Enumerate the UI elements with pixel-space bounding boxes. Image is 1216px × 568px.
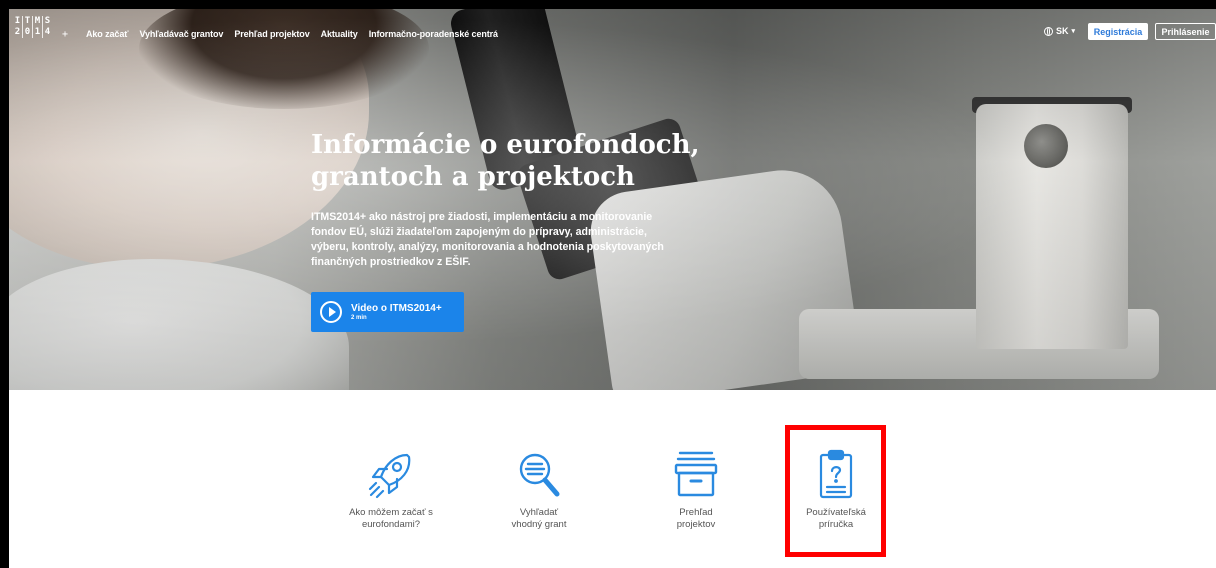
- video-button-text: Video o ITMS2014+ 2 min: [351, 303, 442, 321]
- top-navigation: I T M S 2 0 1 4 + Ako začať Vyhľadávač g…: [9, 9, 1216, 59]
- nav-informacno-poradenske-centra[interactable]: Informačno-poradenské centrá: [369, 29, 498, 39]
- rocket-icon: [368, 453, 411, 499]
- logo-plus: +: [62, 29, 69, 40]
- card-label-line-2: projektov: [676, 519, 716, 530]
- page: I T M S 2 0 1 4 + Ako začať Vyhľadávač g…: [9, 9, 1216, 568]
- nav-vyhladavac-grantov[interactable]: Vyhľadávač grantov: [139, 29, 223, 39]
- card-label-line-1: Ako môžem začať s: [349, 507, 433, 518]
- logo-top-row: I T M S: [13, 16, 71, 27]
- itms-logo[interactable]: I T M S 2 0 1 4 +: [13, 16, 71, 42]
- card-label-line-2: vhodný grant: [511, 519, 567, 530]
- hero-description: ITMS2014+ ako nástroj pre žiadosti, impl…: [311, 211, 664, 268]
- logo-letter: S: [44, 16, 51, 26]
- hero-title-line-1: Informácie o eurofondoch,: [311, 130, 700, 160]
- video-button[interactable]: Video o ITMS2014+ 2 min: [311, 292, 464, 332]
- main-menu: Ako začať Vyhľadávač grantov Prehľad pro…: [86, 29, 509, 39]
- card-ako-zacat[interactable]: Ako môžem začať s eurofondami?: [331, 449, 451, 531]
- archive-box-icon: [674, 451, 718, 497]
- hero-title: Informácie o eurofondoch, grantoch a pro…: [311, 129, 731, 193]
- card-label-line-1: Prehľad: [679, 507, 713, 518]
- card-vyhladat-grant[interactable]: Vyhľadať vhodný grant: [479, 449, 599, 531]
- play-icon: [320, 301, 342, 323]
- hero-overlay: [9, 9, 1216, 390]
- nav-prehlad-projektov[interactable]: Prehľad projektov: [234, 29, 309, 39]
- video-duration: 2 min: [351, 315, 367, 321]
- highlight-box: [785, 425, 886, 557]
- logo-letter: T: [23, 16, 33, 27]
- nav-aktuality[interactable]: Aktuality: [321, 29, 358, 39]
- hero-title-line-2: grantoch a projektoch: [311, 162, 635, 192]
- card-prehlad-projektov[interactable]: Prehľad projektov: [636, 449, 756, 531]
- logo-digit: 1: [33, 27, 43, 38]
- card-label-line-1: Vyhľadať: [519, 507, 559, 518]
- globe-icon: [1044, 26, 1053, 36]
- register-button[interactable]: Registrácia: [1088, 23, 1148, 40]
- logo-digit: 4: [44, 27, 51, 37]
- hero-banner: I T M S 2 0 1 4 + Ako začať Vyhľadávač g…: [9, 9, 1216, 390]
- card-label-line-2: eurofondami?: [361, 519, 421, 530]
- login-button[interactable]: Prihlásenie: [1155, 23, 1216, 40]
- language-code: SK: [1056, 26, 1069, 36]
- language-selector[interactable]: SK ▾: [1044, 26, 1075, 36]
- video-title: Video o ITMS2014+: [351, 303, 442, 314]
- logo-digit: 0: [23, 27, 33, 38]
- logo-letter: I: [13, 16, 23, 27]
- nav-ako-zacat[interactable]: Ako začať: [86, 29, 129, 39]
- logo-digit: 2: [13, 27, 23, 38]
- caret-down-icon: ▾: [1071, 28, 1076, 35]
- magnifier-icon: [519, 453, 560, 497]
- logo-letter: M: [33, 16, 43, 27]
